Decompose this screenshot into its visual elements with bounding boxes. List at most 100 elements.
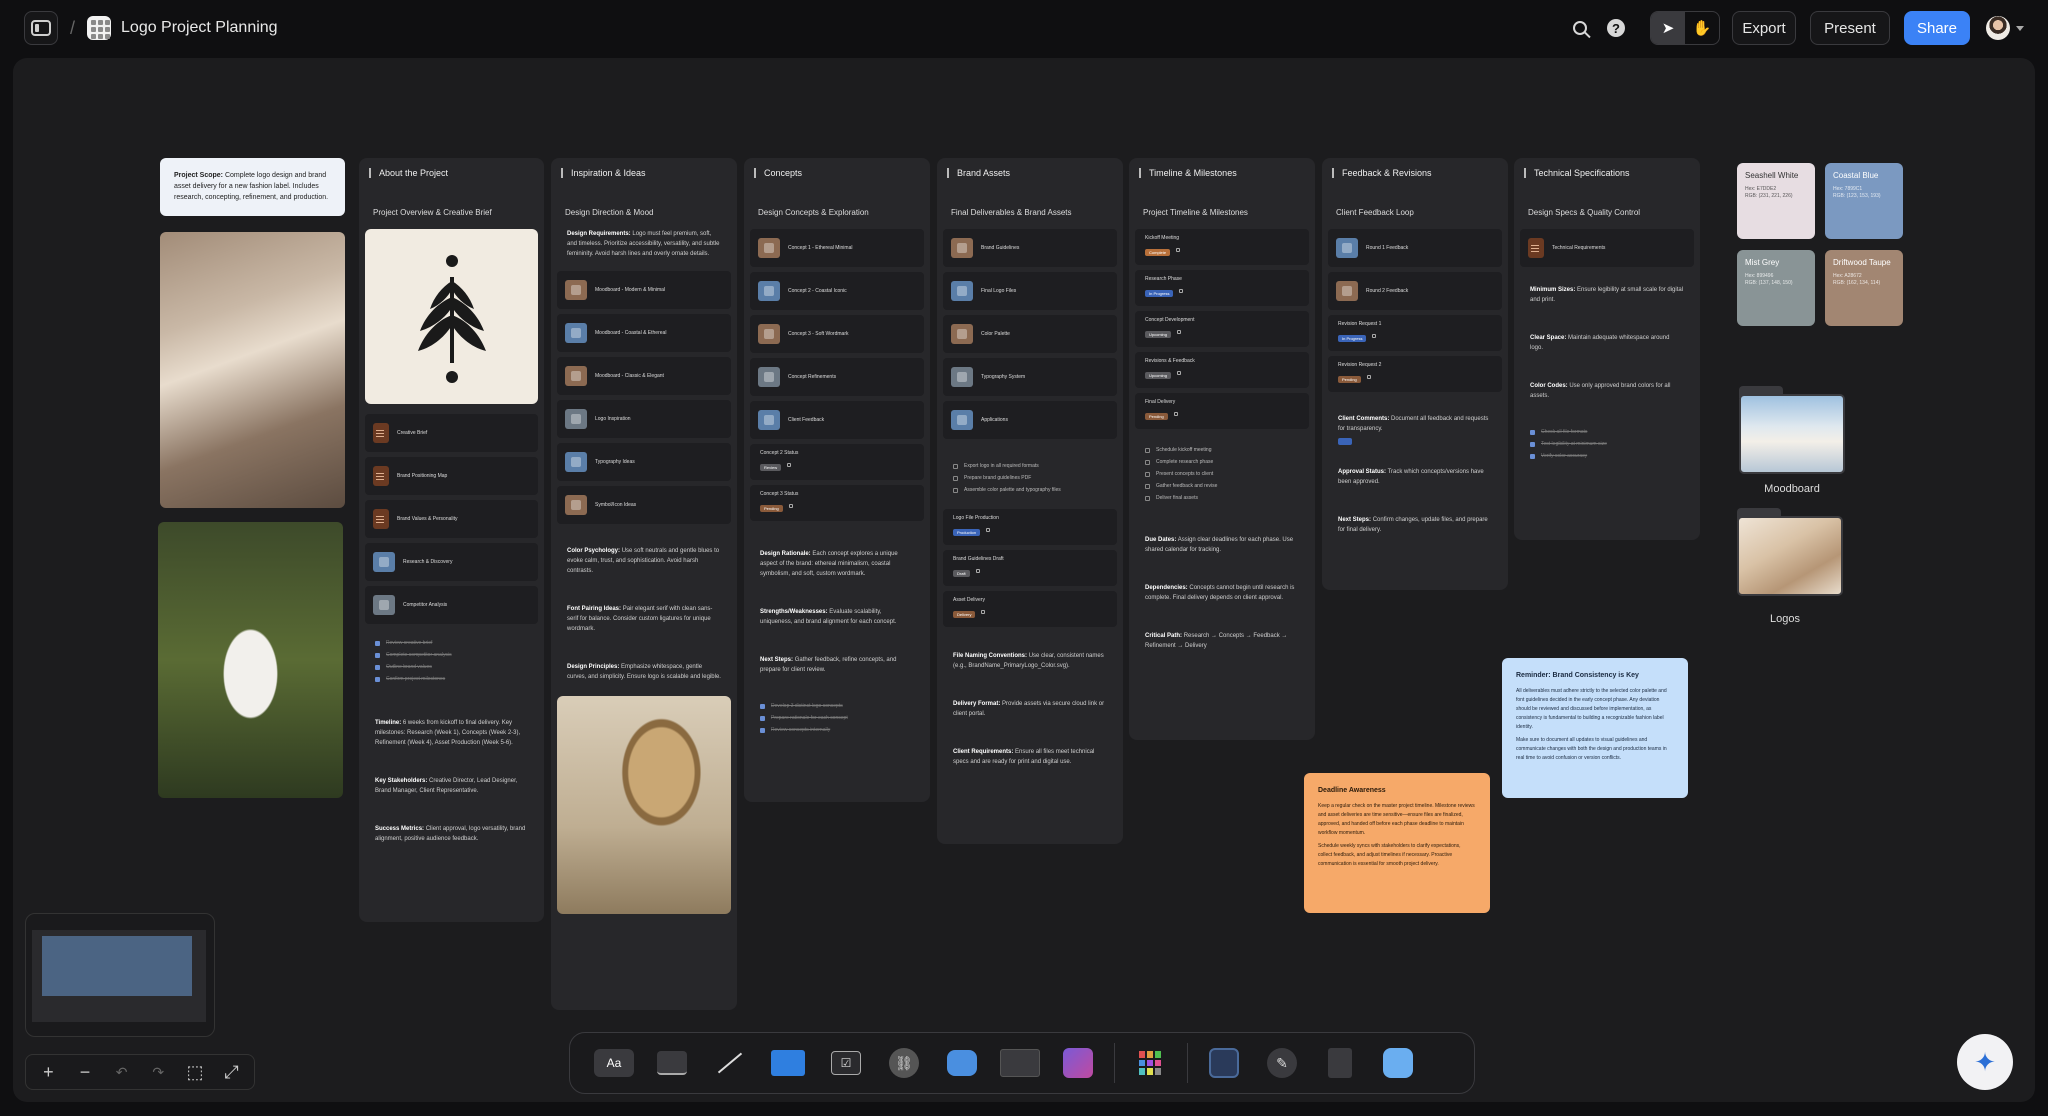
text-block[interactable]: Design Requirements: Logo must feel prem… (567, 229, 721, 259)
status-badge[interactable]: Upcoming (1145, 372, 1172, 379)
board-canvas[interactable]: Project Scope: Complete logo design and … (13, 58, 2035, 1102)
list-item[interactable]: Brand Guidelines (943, 229, 1117, 267)
checklist-item[interactable]: Test legibility at minimum size (1530, 441, 1684, 447)
minimap[interactable] (25, 913, 215, 1037)
checkbox[interactable] (953, 487, 958, 493)
checklist-item[interactable]: Prepare brand guidelines PDF (953, 475, 1107, 481)
fullscreen-button[interactable]: ⤢ (217, 1058, 247, 1086)
column-timeline-milestones[interactable]: Timeline & Milestones Project Timeline &… (1129, 158, 1315, 740)
list-item[interactable]: Technical Requirements (1520, 229, 1694, 267)
list-item[interactable]: Moodboard - Coastal & Ethereal (557, 314, 731, 352)
checkbox[interactable] (760, 727, 765, 733)
photo-straw-hat[interactable] (557, 696, 731, 914)
text-block[interactable]: Font Pairing Ideas: Pair elegant serif w… (567, 604, 721, 634)
text-block[interactable]: Delivery Format: Provide assets via secu… (953, 699, 1107, 719)
sidebar-toggle-button[interactable] (24, 11, 58, 45)
checklist-item[interactable]: Complete research phase (1145, 459, 1299, 465)
checkbox[interactable] (1530, 429, 1535, 435)
comment-badge[interactable] (1338, 438, 1352, 445)
folder-tool-button[interactable] (766, 1041, 810, 1085)
column-inspiration-ideas[interactable]: Inspiration & Ideas Design Direction & M… (551, 158, 737, 1010)
folder-logos[interactable] (1737, 508, 1843, 596)
text-block[interactable]: Client Requirements: Ensure all files me… (953, 747, 1107, 767)
table-tool-button[interactable] (998, 1041, 1042, 1085)
status-card[interactable]: Concept 2 Status Review (750, 444, 924, 480)
board-tool-button[interactable] (1202, 1041, 1246, 1085)
folder-moodboard[interactable] (1739, 386, 1845, 474)
checklist-item[interactable]: Assemble color palette and typography fi… (953, 487, 1107, 493)
redo-button[interactable]: ↷ (143, 1058, 173, 1086)
checkbox[interactable] (375, 640, 380, 646)
minimap-viewport[interactable] (32, 930, 206, 1022)
list-item[interactable]: Color Palette (943, 315, 1117, 353)
avatar[interactable] (1986, 16, 2010, 40)
search-button[interactable] (1566, 14, 1594, 42)
checklist-item[interactable]: Complete competitor analysis (375, 652, 528, 658)
checkbox[interactable] (1530, 453, 1535, 459)
line-tool-button[interactable] (708, 1041, 752, 1085)
list-item[interactable]: Brand Values & Personality (365, 500, 538, 538)
text-block[interactable]: File Naming Conventions: Use clear, cons… (953, 651, 1107, 671)
link-tool-button[interactable]: ⛓ (882, 1041, 926, 1085)
list-item[interactable]: Round 2 Feedback (1328, 272, 1502, 310)
list-item[interactable]: Final Logo Files (943, 272, 1117, 310)
checkbox[interactable] (375, 676, 380, 682)
list-item[interactable]: Creative Brief (365, 414, 538, 452)
list-item[interactable]: Concept 3 - Soft Wordmark (750, 315, 924, 353)
text-block[interactable]: Minimum Sizes: Ensure legibility at smal… (1530, 285, 1684, 305)
checkbox[interactable] (1145, 447, 1150, 453)
text-block[interactable]: Success Metrics: Client approval, logo v… (375, 824, 528, 844)
status-badge[interactable]: Upcoming (1145, 331, 1172, 338)
checklist-item[interactable]: Verify color accuracy (1530, 453, 1684, 459)
column-technical-specifications[interactable]: Technical Specifications Design Specs & … (1514, 158, 1700, 540)
status-card[interactable]: Final Delivery Pending (1135, 393, 1309, 429)
text-block[interactable]: Approval Status: Track which concepts/ve… (1338, 467, 1492, 487)
text-block[interactable]: Due Dates: Assign clear deadlines for ea… (1145, 535, 1299, 555)
file-tool-button[interactable] (1318, 1041, 1362, 1085)
zoom-in-button[interactable]: + (33, 1058, 63, 1086)
fit-to-screen-button[interactable]: ⬚ (180, 1058, 210, 1086)
color-swatch-coastal-blue[interactable]: Coastal Blue Hex: 7899C1 RGB: (123, 153,… (1825, 163, 1903, 239)
comment-tool-button[interactable] (940, 1041, 984, 1085)
checkbox[interactable] (1145, 483, 1150, 489)
checkbox[interactable] (760, 715, 765, 721)
list-item[interactable]: Research & Discovery (365, 543, 538, 581)
deadline-note[interactable]: Deadline Awareness Keep a regular check … (1304, 773, 1490, 913)
list-item[interactable]: Typography Ideas (557, 443, 731, 481)
text-block[interactable]: Next Steps: Gather feedback, refine conc… (760, 655, 914, 675)
text-block[interactable]: Next Steps: Confirm changes, update file… (1338, 515, 1492, 535)
status-badge[interactable]: Pending (1145, 413, 1168, 420)
text-tool-button[interactable]: Aa (592, 1041, 636, 1085)
zoom-out-button[interactable]: − (70, 1058, 100, 1086)
status-badge[interactable]: Review (760, 464, 782, 471)
select-tool-icon[interactable]: ➤ (1651, 12, 1685, 44)
ai-assistant-button[interactable]: ✦ (1957, 1034, 2013, 1090)
note-tool-button[interactable] (650, 1041, 694, 1085)
status-badge[interactable]: Delivery (953, 611, 976, 618)
list-item[interactable]: Concept 1 - Ethereal Minimal (750, 229, 924, 267)
list-item[interactable]: Concept Refinements (750, 358, 924, 396)
list-item[interactable]: Client Feedback (750, 401, 924, 439)
list-item[interactable]: Applications (943, 401, 1117, 439)
color-swatch-seashell-white[interactable]: Seashell White Hex: E7DDE2 RGB: (231, 22… (1737, 163, 1815, 239)
undo-button[interactable]: ↶ (107, 1058, 137, 1086)
text-block[interactable]: Key Stakeholders: Creative Director, Lea… (375, 776, 528, 796)
apps-button[interactable] (1129, 1041, 1173, 1085)
text-block[interactable]: Color Codes: Use only approved brand col… (1530, 381, 1684, 401)
status-card[interactable]: Kickoff Meeting Complete (1135, 229, 1309, 265)
checklist-item[interactable]: Develop 3 distinct logo concepts (760, 703, 914, 709)
checkbox[interactable] (1145, 471, 1150, 477)
reminder-note[interactable]: Reminder: Brand Consistency is Key All d… (1502, 658, 1688, 798)
status-badge[interactable]: Pending (1338, 376, 1361, 383)
list-item[interactable]: Competitor Analysis (365, 586, 538, 624)
image-tool-button[interactable] (1056, 1041, 1100, 1085)
checkbox[interactable] (953, 463, 958, 469)
photo-grass-white-outfit[interactable] (158, 522, 343, 798)
list-item[interactable]: Brand Positioning Map (365, 457, 538, 495)
upload-tool-button[interactable] (1376, 1041, 1420, 1085)
text-block[interactable]: Client Comments: Document all feedback a… (1338, 414, 1492, 434)
status-card[interactable]: Revision Request 1 In Progress (1328, 315, 1502, 351)
text-block[interactable]: Clear Space: Maintain adequate whitespac… (1530, 333, 1684, 353)
column-brand-assets[interactable]: Brand Assets Final Deliverables & Brand … (937, 158, 1123, 844)
checklist-item[interactable]: Outline brand values (375, 664, 528, 670)
